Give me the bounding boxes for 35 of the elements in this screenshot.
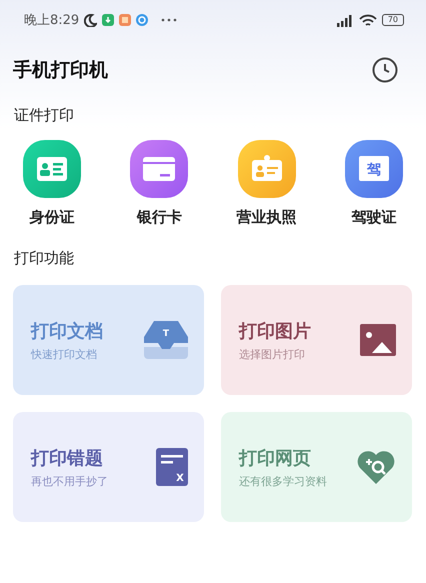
document-type-button[interactable]: 营业执照 [224,140,309,227]
history-icon[interactable] [372,57,398,83]
battery-indicator: 70 [382,14,404,26]
card-icon [130,140,188,198]
signal-icon [336,14,354,26]
card-title: 打印网页 [239,446,312,470]
print-option-card[interactable]: 打印文档 快速打印文档 T [13,285,204,395]
card-title: 打印图片 [239,320,311,342]
document-type-button[interactable]: 驾 驾驶证 [332,140,416,227]
card-subtitle: 还有很多学习资料 [239,474,327,488]
card-title: 打印错题 [31,446,104,470]
image-icon [360,324,396,356]
section-title: 证件打印 [13,106,75,126]
more-icon [161,18,178,22]
badge-icon [238,140,296,198]
card-subtitle: 再也不用手抄了 [31,474,108,488]
globe-icon [136,14,148,26]
license-icon: 驾 [344,140,403,198]
note-icon: X [156,448,188,486]
document-type-button[interactable]: 银行卡 [117,140,202,227]
wifi-icon [358,14,377,26]
print-option-card[interactable]: 打印图片 选择图片打印 [221,285,412,395]
print-option-card[interactable]: 打印错题 再也不用手抄了 X [13,412,204,522]
status-time: 晚上8:29 [24,12,80,29]
section-title: 打印功能 [13,249,75,269]
moon-icon [84,14,98,26]
card-title: 打印文档 [31,320,103,342]
app-title: 手机打印机 [13,58,108,83]
document-type-button[interactable]: 身份证 [10,140,94,227]
card-subtitle: 选择图片打印 [239,346,306,362]
app-icon [119,14,132,26]
download-icon [102,14,114,26]
id-card-icon [23,140,81,198]
card-subtitle: 快速打印文档 [31,346,98,362]
heart-search-icon [356,450,396,484]
